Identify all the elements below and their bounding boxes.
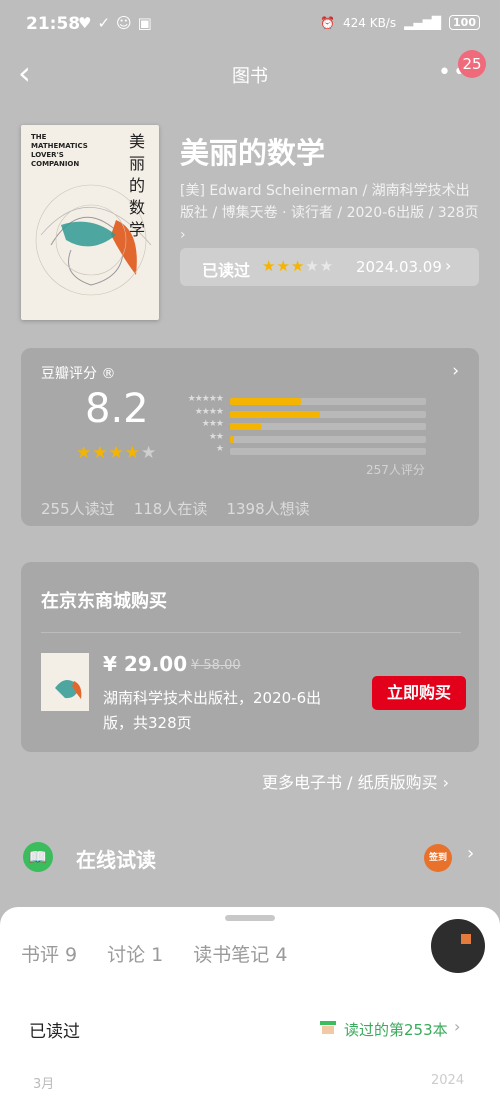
book-cover[interactable]: THE MATHEMATICS LOVER'S COMPANION 美丽的数学 bbox=[21, 125, 159, 320]
buy-book-thumbnail bbox=[41, 653, 89, 711]
chevron-right-icon: › bbox=[445, 256, 452, 275]
distribution-track bbox=[230, 423, 426, 430]
buy-publisher-info: 湖南科学技术出版社，2020-6出版，共328页 bbox=[103, 689, 322, 732]
sign-in-icon[interactable]: 签到 bbox=[424, 844, 452, 872]
rating-distribution-row: ★★ bbox=[173, 431, 427, 444]
tab-notes[interactable]: 读书笔记 4 bbox=[193, 940, 287, 967]
more-purchase-link[interactable]: 更多电子书 / 纸质版购买 › bbox=[262, 769, 449, 793]
jd-buy-card: 在京东商城购买 ¥ 29.00 ¥ 58.00 湖南科学技术出版社，2020-6… bbox=[21, 562, 479, 752]
read-status-label: 已读过 bbox=[202, 261, 251, 280]
bottom-sheet: 书评 9 讨论 1 读书笔记 4 已读过 读过的第253本 › 3月 2024 bbox=[0, 907, 500, 1097]
distribution-fill bbox=[230, 423, 262, 430]
distribution-star-label: ★★★ bbox=[201, 419, 224, 429]
alarm-icon: ⏰ bbox=[320, 15, 335, 30]
network-speed: 424 KB/s bbox=[342, 15, 397, 30]
thumbnail-art bbox=[55, 679, 82, 699]
distribution-fill bbox=[230, 435, 234, 443]
book-title: 美丽的数学 bbox=[180, 136, 326, 170]
bookshelf-icon bbox=[320, 1021, 336, 1034]
distribution-star-label: ★★ bbox=[208, 431, 224, 442]
distribution-star-label: ★★★★★ bbox=[187, 394, 224, 404]
rating-distribution-row: ★★★★ bbox=[173, 406, 427, 419]
book-open-icon: 📖 bbox=[23, 842, 53, 872]
buy-header: 在京东商城购买 bbox=[41, 591, 167, 612]
reading-count: 118人在读 bbox=[133, 500, 208, 518]
avatar-accent bbox=[461, 934, 471, 944]
cover-english-title: THE MATHEMATICS LOVER'S COMPANION bbox=[31, 133, 88, 168]
buy-now-button[interactable]: 立即购买 bbox=[372, 676, 466, 710]
chevron-right-icon: › bbox=[452, 361, 459, 381]
want-count: 1398人想读 bbox=[226, 500, 310, 518]
status-bar: 21:58 ♥✓☺▣ ⏰ 424 KB/s ▂▄▆█ 100 bbox=[0, 0, 500, 48]
rating-stars: ★★★★★ bbox=[76, 443, 158, 463]
online-trial-read-row[interactable]: 📖 在线试读 签到 › bbox=[21, 838, 479, 878]
divider bbox=[41, 632, 461, 633]
distribution-star-label: ★ bbox=[215, 444, 224, 454]
sheet-drag-handle[interactable] bbox=[225, 915, 275, 921]
status-notification-icons: ♥✓☺▣ bbox=[78, 14, 158, 32]
read-date: 2024.03.09 bbox=[356, 258, 442, 276]
book-meta[interactable]: [美] Edward Scheinerman / 湖南科学技术出版社 / 博集天… bbox=[180, 180, 480, 246]
rating-distribution-row: ★★★ bbox=[173, 419, 427, 431]
read-count: 255人读过 bbox=[41, 500, 115, 518]
tab-discussion[interactable]: 讨论 1 bbox=[107, 940, 163, 967]
read-status-bar[interactable]: 已读过 ★★★★★ 2024.03.09 › bbox=[180, 248, 479, 286]
page-title: 图书 bbox=[232, 66, 268, 87]
signal-icon: ▂▄▆█ bbox=[404, 15, 442, 30]
status-time: 21:58 bbox=[26, 14, 81, 34]
floating-avatar[interactable] bbox=[431, 919, 485, 973]
chevron-right-icon: › bbox=[467, 843, 475, 864]
distribution-fill bbox=[230, 398, 301, 405]
notification-badge[interactable]: 25 bbox=[458, 50, 486, 78]
sheet-tabs: 书评 9 讨论 1 读书笔记 4 bbox=[21, 940, 287, 967]
price: ¥ 29.00 bbox=[103, 652, 188, 676]
douban-rating-card[interactable]: 豆瓣评分 ® › 8.2 ★★★★★ ★★★★★ ★★★★ ★★★ ★★ ★ 257人评… bbox=[21, 348, 479, 526]
distribution-track bbox=[230, 410, 426, 418]
month-label: 3月 bbox=[33, 1077, 55, 1092]
cover-chinese-title: 美丽的数学 bbox=[129, 132, 146, 239]
status-right-icons: ⏰ 424 KB/s ▂▄▆█ 100 bbox=[320, 15, 480, 30]
distribution-fill bbox=[230, 410, 321, 418]
read-nth-book[interactable]: 读过的第253本 bbox=[344, 1019, 448, 1040]
distribution-track bbox=[230, 448, 426, 455]
battery-icon: 100 bbox=[449, 15, 480, 30]
online-trial-label: 在线试读 bbox=[76, 848, 156, 872]
rating-header: 豆瓣评分 ® bbox=[41, 366, 116, 382]
distribution-track bbox=[230, 435, 426, 443]
distribution-track bbox=[230, 398, 426, 405]
distribution-star-label: ★★★★ bbox=[194, 406, 224, 417]
original-price: ¥ 58.00 bbox=[191, 658, 241, 673]
chevron-right-icon: › bbox=[454, 1017, 461, 1036]
rating-distribution-row: ★★★★★ bbox=[173, 394, 427, 406]
tab-reviews[interactable]: 书评 9 bbox=[21, 940, 77, 967]
sheet-read-status: 已读过 bbox=[29, 1022, 80, 1042]
rating-count: 257人评分 bbox=[366, 463, 425, 477]
user-rating-stars: ★★★★★ bbox=[262, 257, 335, 275]
year-label: 2024 bbox=[431, 1073, 465, 1088]
rating-distribution-row: ★ bbox=[173, 444, 427, 456]
rating-score: 8.2 bbox=[85, 386, 149, 432]
reader-stats: 255人读过 118人在读 1398人想读 bbox=[41, 498, 310, 519]
